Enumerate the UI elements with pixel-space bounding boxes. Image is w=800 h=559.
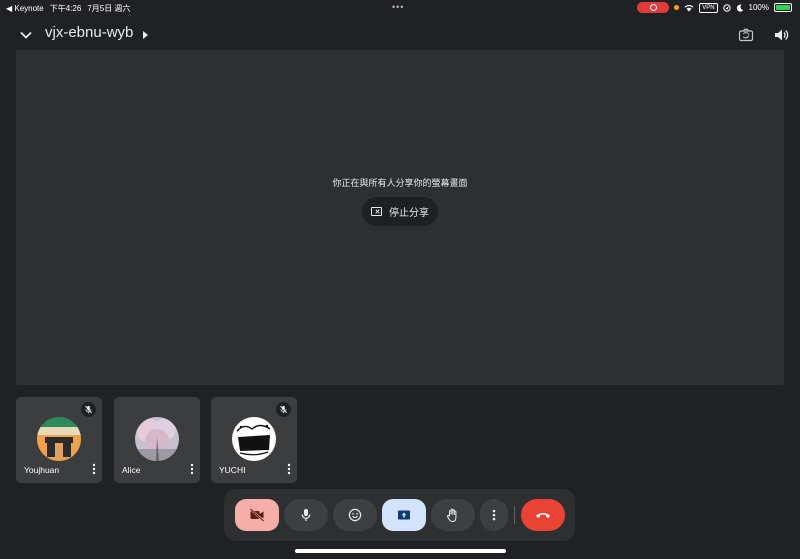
call-end-icon	[536, 513, 550, 518]
speaker-icon[interactable]	[773, 27, 789, 43]
microphone-icon	[301, 509, 311, 521]
status-bar: ◀ Keynote 下午4:26 7月5日 週六 ••• VPN 100%	[0, 0, 800, 16]
home-indicator[interactable]	[295, 549, 506, 553]
meeting-header: vjx-ebnu-wyb	[0, 22, 800, 48]
presentation-stage: 你正在與所有人分享你的螢幕畫面 停止分享	[16, 50, 784, 385]
status-right: VPN 100%	[637, 2, 792, 13]
participant-name: YUCHI	[219, 465, 246, 475]
chevron-down-icon[interactable]	[18, 27, 34, 43]
moon-icon	[736, 4, 743, 12]
controls-divider	[514, 506, 515, 524]
screen-recording-icon[interactable]	[637, 2, 670, 13]
participant-name: Youjhuan	[24, 465, 60, 475]
hand-icon	[446, 508, 457, 522]
more-vert-icon[interactable]	[188, 462, 196, 476]
call-controls-bar	[224, 489, 575, 541]
cafe-club-logo	[232, 417, 276, 461]
end-call-button[interactable]	[521, 499, 565, 531]
present-to-all-icon	[398, 510, 410, 520]
more-vert-icon[interactable]	[285, 462, 293, 476]
back-to-app-link[interactable]: ◀ Keynote	[6, 4, 44, 13]
participant-tile[interactable]: Alice	[114, 397, 200, 483]
participant-name: Alice	[122, 465, 141, 475]
status-time: 下午4:26	[49, 4, 82, 13]
camera-flip-icon[interactable]	[738, 27, 754, 43]
vpn-badge: VPN	[699, 2, 718, 13]
emoji-icon	[348, 508, 362, 522]
multitask-dots-icon[interactable]: •••	[392, 2, 404, 12]
mic-in-use-indicator-icon	[674, 5, 680, 10]
camera-toggle-button[interactable]	[235, 499, 279, 531]
participant-tile[interactable]: YUCHI	[211, 397, 297, 483]
raise-hand-button[interactable]	[431, 499, 475, 531]
stop-share-icon	[371, 207, 382, 216]
battery-percent: 100%	[748, 3, 769, 12]
status-left: ◀ Keynote 下午4:26 7月5日 週六	[6, 3, 130, 14]
more-vert-icon[interactable]	[90, 462, 98, 476]
participant-tile[interactable]: Youjhuan	[16, 397, 102, 483]
battery-icon	[774, 3, 792, 12]
camera-off-icon	[249, 508, 265, 522]
mic-off-icon	[81, 402, 96, 417]
meeting-details-arrow-icon[interactable]	[143, 31, 148, 39]
stop-sharing-label: 停止分享	[389, 208, 429, 219]
mic-off-icon	[276, 402, 291, 417]
location-icon	[722, 3, 731, 12]
status-date: 7月5日 週六	[87, 4, 131, 13]
avatar	[37, 417, 81, 461]
avatar	[135, 417, 179, 461]
meeting-code[interactable]: vjx-ebnu-wyb	[45, 24, 133, 41]
more-vert-icon	[492, 509, 496, 521]
present-screen-button[interactable]	[382, 499, 426, 531]
wifi-icon	[684, 4, 694, 11]
microphone-button[interactable]	[284, 499, 328, 531]
more-options-button[interactable]	[480, 499, 508, 531]
sharing-message: 你正在與所有人分享你的螢幕畫面	[332, 178, 468, 188]
reactions-button[interactable]	[333, 499, 377, 531]
stop-sharing-button[interactable]: 停止分享	[362, 197, 438, 226]
